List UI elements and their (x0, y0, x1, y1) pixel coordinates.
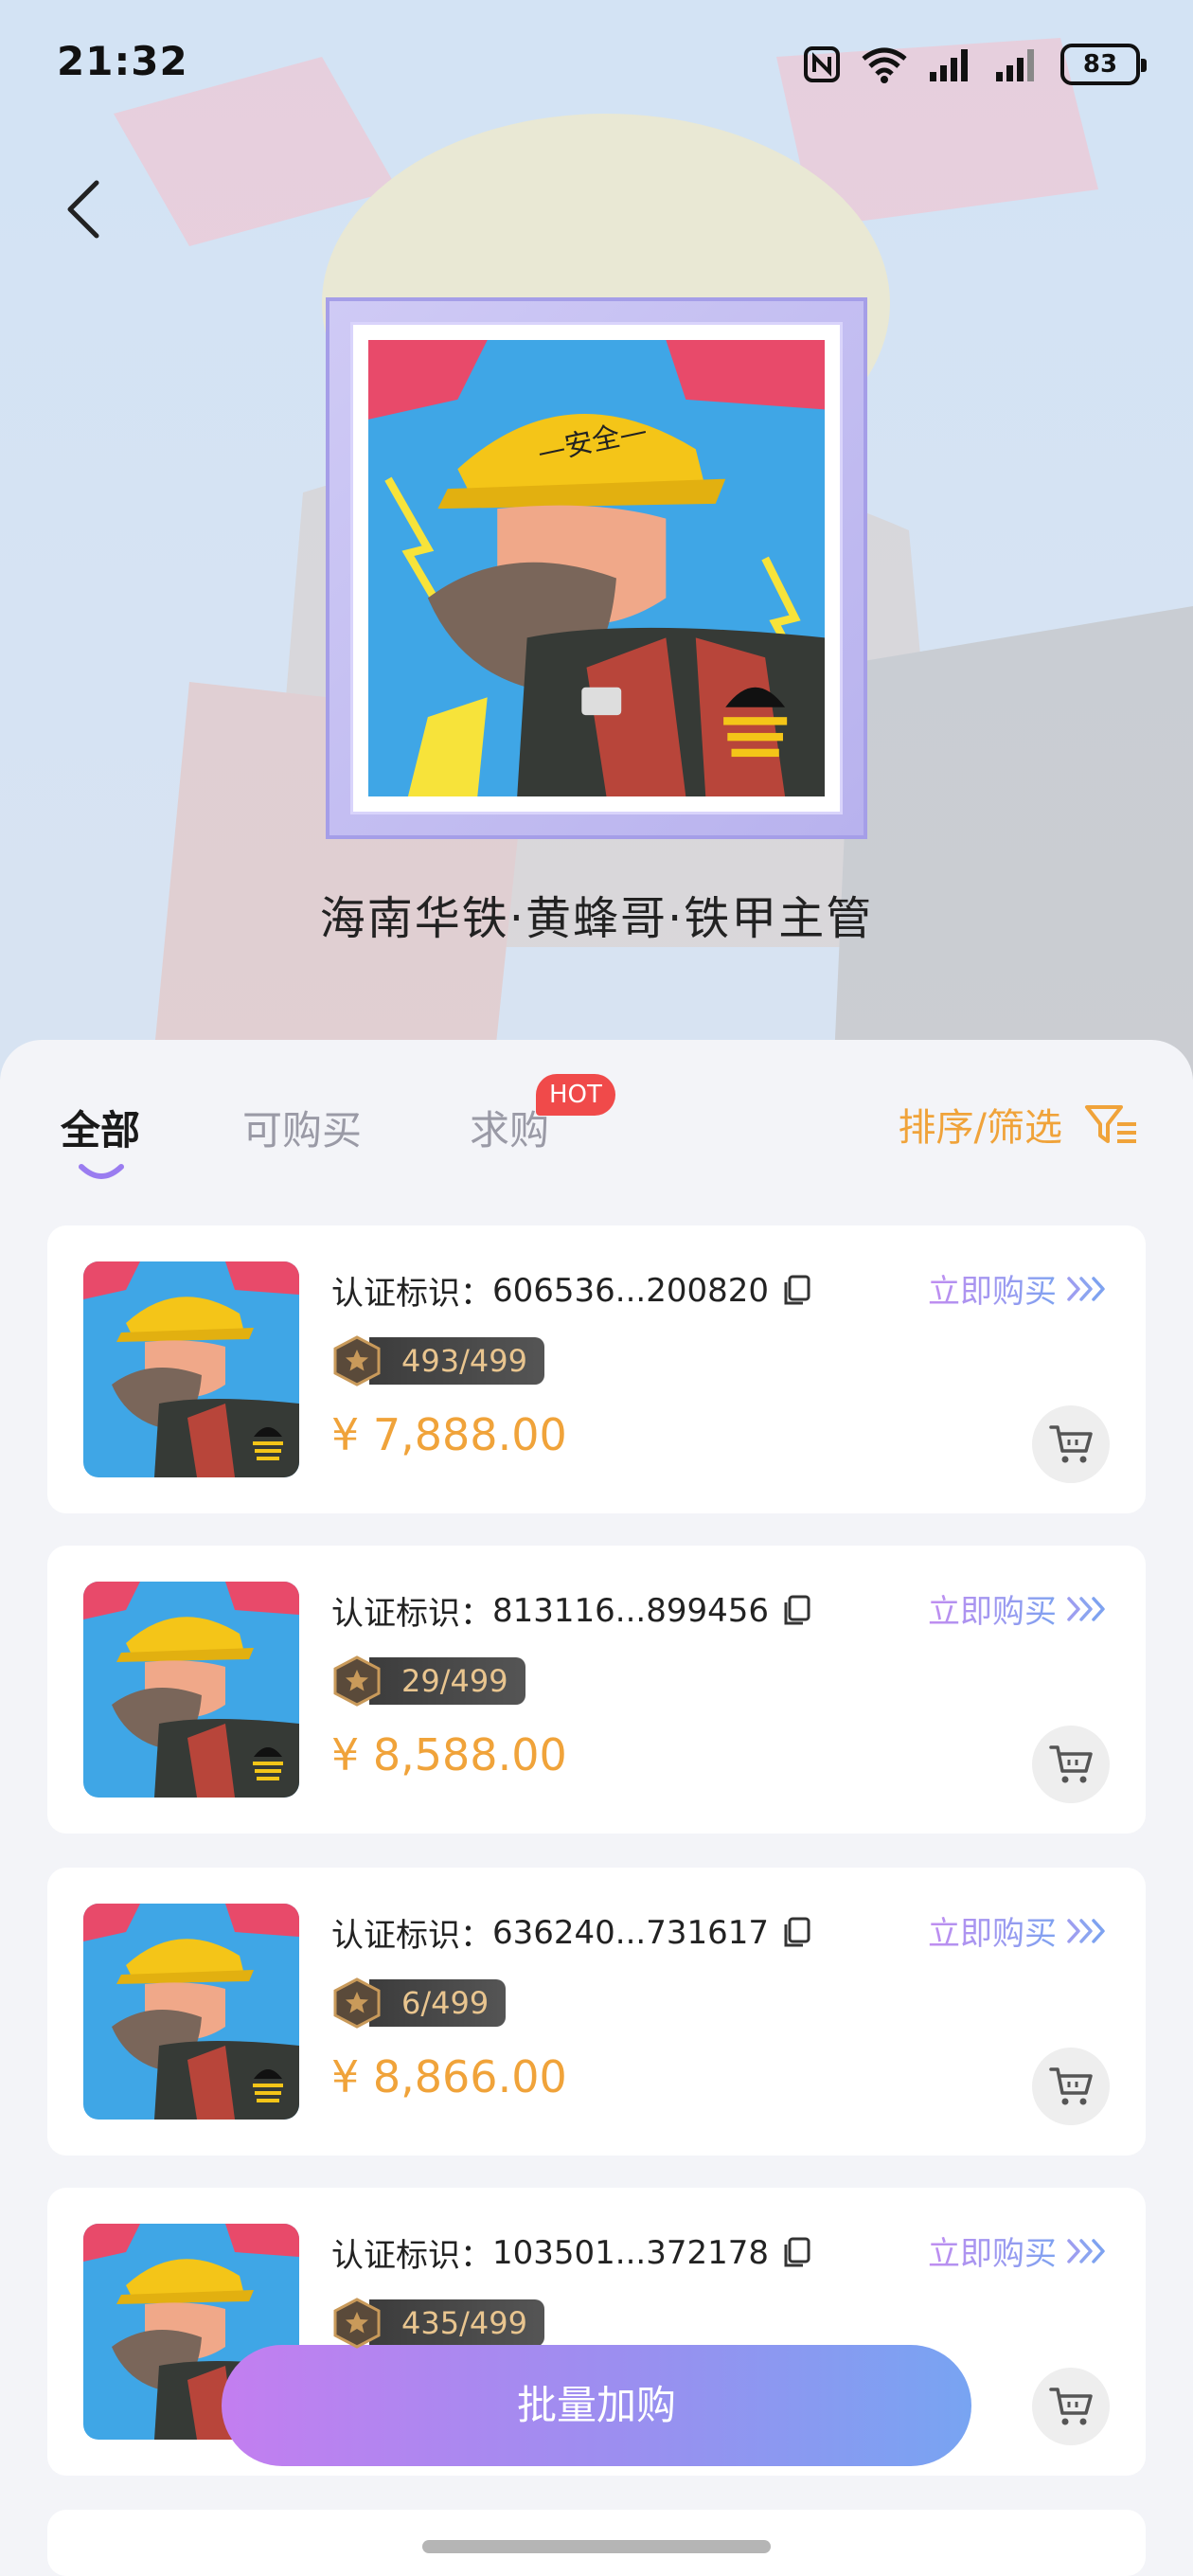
buy-now-button[interactable]: 立即购买 (928, 2227, 1108, 2274)
back-button[interactable] (55, 176, 112, 242)
edition-badge: 29/499 (331, 1655, 525, 1707)
cert-label: 认证标识： (331, 2237, 492, 2275)
tab-purchasable[interactable]: 可购买 (242, 1099, 362, 1156)
listing-price: ¥ 7,888.00 (331, 1409, 567, 1460)
cert-id: 606536...200820 (492, 1271, 770, 1310)
buy-now-button[interactable]: 立即购买 (928, 1907, 1108, 1954)
add-to-cart-button[interactable] (1032, 1405, 1110, 1483)
listing-card[interactable]: 认证标识： 813116...899456 29/499 ¥ 8,588.00 … (47, 1546, 1146, 1834)
shopping-cart-icon (1049, 2388, 1093, 2425)
cert-label: 认证标识： (331, 1275, 492, 1313)
buy-now-label: 立即购买 (928, 2227, 1057, 2274)
listing-card[interactable]: 认证标识： 606536...200820 493/499 ¥ 7,888.00… (47, 1225, 1146, 1513)
edition-badge: 493/499 (331, 1335, 544, 1386)
shopping-cart-icon (1049, 1425, 1093, 1463)
shopping-cart-icon (1049, 1745, 1093, 1783)
add-to-cart-button[interactable] (1032, 2368, 1110, 2445)
filter-icon (1085, 1105, 1136, 1143)
tab-active-indicator (79, 1164, 124, 1179)
home-indicator (422, 2540, 771, 2553)
listing-thumbnail (83, 1261, 299, 1477)
buy-now-button[interactable]: 立即购买 (928, 1265, 1108, 1312)
buy-now-label: 立即购买 (928, 1265, 1057, 1312)
listing-card[interactable]: 认证标识： 636240...731617 6/499 ¥ 8,866.00 立… (47, 1868, 1146, 2156)
collection-title: 海南华铁·黄蜂哥·铁甲主管 (319, 892, 874, 945)
tab-all[interactable]: 全部 (61, 1099, 140, 1156)
listing-thumbnail (83, 1582, 299, 1798)
add-to-cart-button[interactable] (1032, 2048, 1110, 2125)
buy-now-label: 立即购买 (928, 1907, 1057, 1954)
triple-chevron-right-icon (1067, 2238, 1105, 2263)
edition-number: 6/499 (369, 1979, 507, 2027)
edition-number: 29/499 (369, 1657, 525, 1705)
wifi-icon (862, 47, 907, 83)
cert-id: 103501...372178 (492, 2233, 770, 2272)
status-bar: 21:32 83 (0, 0, 1193, 123)
bulk-add-to-cart-button[interactable]: 批量加购 (222, 2345, 971, 2466)
sort-filter-label: 排序/筛选 (898, 1106, 1062, 1150)
battery-level: 83 (1082, 50, 1118, 79)
star-hexagon-icon (333, 2298, 381, 2349)
signal-icon (930, 49, 968, 81)
hot-badge: HOT (536, 1074, 615, 1116)
copy-icon[interactable] (782, 1275, 810, 1307)
triple-chevron-right-icon (1067, 1276, 1105, 1301)
star-hexagon-icon (333, 1335, 381, 1386)
listing-thumbnail (83, 1904, 299, 2120)
cert-label: 认证标识： (331, 1917, 492, 1955)
edition-badge: 6/499 (331, 1977, 507, 2029)
add-to-cart-button[interactable] (1032, 1726, 1110, 1803)
buy-now-button[interactable]: 立即购买 (928, 1585, 1108, 1632)
chevron-left-icon (67, 180, 99, 239)
listing-thumbnail-art (83, 1261, 299, 1477)
shopping-cart-icon (1049, 2067, 1093, 2105)
cert-label: 认证标识： (331, 1595, 492, 1633)
cert-row: 认证标识： 636240...731617 (331, 1909, 810, 1956)
cert-id: 813116...899456 (492, 1591, 770, 1630)
status-time: 21:32 (57, 38, 188, 84)
tab-bar: 全部 可购买 求购 HOT 排序/筛选 (0, 1040, 1193, 1182)
listing-thumbnail-art (83, 1904, 299, 2120)
triple-chevron-right-icon (1067, 1918, 1105, 1943)
listing-price: ¥ 8,866.00 (331, 2051, 567, 2102)
edition-number: 435/499 (369, 2299, 544, 2347)
listing-price: ¥ 8,588.00 (331, 1729, 567, 1780)
triple-chevron-right-icon (1067, 1596, 1105, 1621)
buy-now-label: 立即购买 (928, 1585, 1057, 1632)
hero-section: 21:32 83 —安全— 海南华铁·黄蜂哥·铁甲主管 (0, 0, 1193, 1080)
sort-filter-button[interactable]: 排序/筛选 (899, 1097, 1140, 1152)
copy-icon[interactable] (782, 1917, 810, 1949)
battery-icon: 83 (1060, 44, 1147, 85)
edition-badge: 435/499 (331, 2298, 544, 2349)
cert-row: 认证标识： 103501...372178 (331, 2229, 810, 2276)
edition-number: 493/499 (369, 1337, 544, 1385)
signal-icon (996, 49, 1034, 81)
copy-icon[interactable] (782, 2237, 810, 2269)
copy-icon[interactable] (782, 1595, 810, 1627)
cert-row: 认证标识： 813116...899456 (331, 1587, 810, 1634)
status-icons: 83 (803, 42, 1147, 87)
collectible-artwork: —安全— (368, 340, 825, 796)
collectible-frame: —安全— (326, 297, 867, 839)
listing-thumbnail-art (83, 1582, 299, 1798)
cert-id: 636240...731617 (492, 1913, 770, 1952)
star-hexagon-icon (333, 1655, 381, 1707)
star-hexagon-icon (333, 1977, 381, 2029)
collectible-frame-mat: —安全— (350, 322, 843, 814)
cert-row: 认证标识： 606536...200820 (331, 1267, 810, 1314)
nfc-icon (804, 46, 840, 82)
